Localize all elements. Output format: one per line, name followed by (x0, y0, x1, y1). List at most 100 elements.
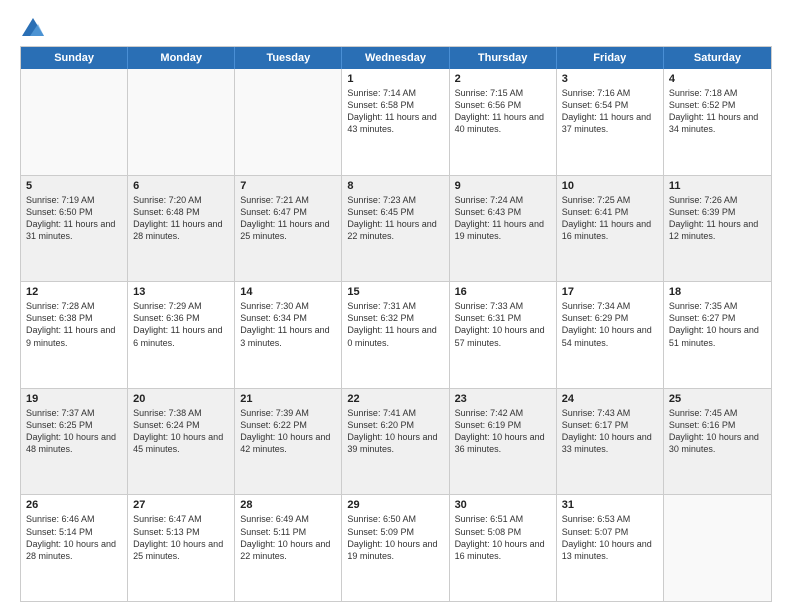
day-info: Sunrise: 7:43 AM Sunset: 6:17 PM Dayligh… (562, 407, 658, 456)
calendar-cell: 11 Sunrise: 7:26 AM Sunset: 6:39 PM Dayli… (664, 176, 771, 282)
day-info: Sunrise: 7:28 AM Sunset: 6:38 PM Dayligh… (26, 300, 122, 349)
day-info: Sunrise: 7:14 AM Sunset: 6:58 PM Dayligh… (347, 87, 443, 136)
day-number: 3 (562, 73, 658, 85)
day-info: Sunrise: 7:37 AM Sunset: 6:25 PM Dayligh… (26, 407, 122, 456)
calendar-cell: 24 Sunrise: 7:43 AM Sunset: 6:17 PM Dayli… (557, 389, 664, 495)
header (20, 18, 772, 36)
day-info: Sunrise: 6:50 AM Sunset: 5:09 PM Dayligh… (347, 513, 443, 562)
calendar-cell (235, 69, 342, 175)
day-info: Sunrise: 7:33 AM Sunset: 6:31 PM Dayligh… (455, 300, 551, 349)
calendar-cell: 13 Sunrise: 7:29 AM Sunset: 6:36 PM Dayli… (128, 282, 235, 388)
day-info: Sunrise: 7:26 AM Sunset: 6:39 PM Dayligh… (669, 194, 766, 243)
calendar-cell: 29 Sunrise: 6:50 AM Sunset: 5:09 PM Dayli… (342, 495, 449, 601)
calendar-row-2: 12 Sunrise: 7:28 AM Sunset: 6:38 PM Dayli… (21, 281, 771, 388)
calendar-row-4: 26 Sunrise: 6:46 AM Sunset: 5:14 PM Dayli… (21, 494, 771, 601)
day-info: Sunrise: 7:45 AM Sunset: 6:16 PM Dayligh… (669, 407, 766, 456)
calendar-body: 1Sunrise: 7:14 AM Sunset: 6:58 PM Daylig… (21, 69, 771, 601)
day-info: Sunrise: 7:25 AM Sunset: 6:41 PM Dayligh… (562, 194, 658, 243)
header-day-sunday: Sunday (21, 47, 128, 69)
day-info: Sunrise: 7:21 AM Sunset: 6:47 PM Dayligh… (240, 194, 336, 243)
calendar-cell: 15Sunrise: 7:31 AM Sunset: 6:32 PM Dayli… (342, 282, 449, 388)
calendar-cell: 20Sunrise: 7:38 AM Sunset: 6:24 PM Dayli… (128, 389, 235, 495)
calendar-cell: 25 Sunrise: 7:45 AM Sunset: 6:16 PM Dayli… (664, 389, 771, 495)
calendar-cell: 12 Sunrise: 7:28 AM Sunset: 6:38 PM Dayli… (21, 282, 128, 388)
day-number: 4 (669, 73, 766, 85)
day-info: Sunrise: 7:19 AM Sunset: 6:50 PM Dayligh… (26, 194, 122, 243)
day-info: Sunrise: 7:35 AM Sunset: 6:27 PM Dayligh… (669, 300, 766, 349)
logo-icon (22, 18, 44, 36)
day-number: 23 (455, 393, 551, 405)
calendar-cell: 28 Sunrise: 6:49 AM Sunset: 5:11 PM Dayli… (235, 495, 342, 601)
calendar-cell: 21 Sunrise: 7:39 AM Sunset: 6:22 PM Dayli… (235, 389, 342, 495)
day-number: 28 (240, 499, 336, 511)
calendar-cell: 6Sunrise: 7:20 AM Sunset: 6:48 PM Daylig… (128, 176, 235, 282)
day-number: 11 (669, 180, 766, 192)
day-number: 12 (26, 286, 122, 298)
day-number: 24 (562, 393, 658, 405)
calendar-cell: 19 Sunrise: 7:37 AM Sunset: 6:25 PM Dayli… (21, 389, 128, 495)
day-number: 20 (133, 393, 229, 405)
day-info: Sunrise: 6:53 AM Sunset: 5:07 PM Dayligh… (562, 513, 658, 562)
day-number: 19 (26, 393, 122, 405)
calendar-row-3: 19 Sunrise: 7:37 AM Sunset: 6:25 PM Dayli… (21, 388, 771, 495)
calendar-cell: 10 Sunrise: 7:25 AM Sunset: 6:41 PM Dayli… (557, 176, 664, 282)
day-number: 2 (455, 73, 551, 85)
calendar-cell: 7 Sunrise: 7:21 AM Sunset: 6:47 PM Daylig… (235, 176, 342, 282)
header-day-friday: Friday (557, 47, 664, 69)
day-info: Sunrise: 7:42 AM Sunset: 6:19 PM Dayligh… (455, 407, 551, 456)
calendar-cell: 16 Sunrise: 7:33 AM Sunset: 6:31 PM Dayli… (450, 282, 557, 388)
day-info: Sunrise: 7:39 AM Sunset: 6:22 PM Dayligh… (240, 407, 336, 456)
calendar-cell: 3 Sunrise: 7:16 AM Sunset: 6:54 PM Daylig… (557, 69, 664, 175)
day-number: 8 (347, 180, 443, 192)
day-info: Sunrise: 7:18 AM Sunset: 6:52 PM Dayligh… (669, 87, 766, 136)
day-number: 9 (455, 180, 551, 192)
header-day-monday: Monday (128, 47, 235, 69)
day-number: 13 (133, 286, 229, 298)
day-info: Sunrise: 6:49 AM Sunset: 5:11 PM Dayligh… (240, 513, 336, 562)
day-info: Sunrise: 7:34 AM Sunset: 6:29 PM Dayligh… (562, 300, 658, 349)
calendar-row-1: 5 Sunrise: 7:19 AM Sunset: 6:50 PM Daylig… (21, 175, 771, 282)
calendar-row-0: 1Sunrise: 7:14 AM Sunset: 6:58 PM Daylig… (21, 69, 771, 175)
calendar-cell: 1Sunrise: 7:14 AM Sunset: 6:58 PM Daylig… (342, 69, 449, 175)
day-info: Sunrise: 7:16 AM Sunset: 6:54 PM Dayligh… (562, 87, 658, 136)
day-number: 25 (669, 393, 766, 405)
day-number: 7 (240, 180, 336, 192)
day-number: 5 (26, 180, 122, 192)
calendar-cell: 17 Sunrise: 7:34 AM Sunset: 6:29 PM Dayli… (557, 282, 664, 388)
day-number: 17 (562, 286, 658, 298)
day-number: 29 (347, 499, 443, 511)
header-day-thursday: Thursday (450, 47, 557, 69)
calendar-cell: 22Sunrise: 7:41 AM Sunset: 6:20 PM Dayli… (342, 389, 449, 495)
day-number: 30 (455, 499, 551, 511)
calendar-cell: 2 Sunrise: 7:15 AM Sunset: 6:56 PM Daylig… (450, 69, 557, 175)
day-info: Sunrise: 6:47 AM Sunset: 5:13 PM Dayligh… (133, 513, 229, 562)
day-number: 18 (669, 286, 766, 298)
calendar-cell: 14 Sunrise: 7:30 AM Sunset: 6:34 PM Dayli… (235, 282, 342, 388)
day-info: Sunrise: 6:46 AM Sunset: 5:14 PM Dayligh… (26, 513, 122, 562)
calendar-cell: 8Sunrise: 7:23 AM Sunset: 6:45 PM Daylig… (342, 176, 449, 282)
day-number: 21 (240, 393, 336, 405)
calendar-cell: 26 Sunrise: 6:46 AM Sunset: 5:14 PM Dayli… (21, 495, 128, 601)
day-info: Sunrise: 7:24 AM Sunset: 6:43 PM Dayligh… (455, 194, 551, 243)
day-info: Sunrise: 6:51 AM Sunset: 5:08 PM Dayligh… (455, 513, 551, 562)
calendar: SundayMondayTuesdayWednesdayThursdayFrid… (20, 46, 772, 602)
day-number: 10 (562, 180, 658, 192)
day-number: 14 (240, 286, 336, 298)
calendar-cell: 31 Sunrise: 6:53 AM Sunset: 5:07 PM Dayli… (557, 495, 664, 601)
day-number: 26 (26, 499, 122, 511)
calendar-cell (21, 69, 128, 175)
calendar-cell (664, 495, 771, 601)
day-number: 15 (347, 286, 443, 298)
day-number: 16 (455, 286, 551, 298)
calendar-cell: 18 Sunrise: 7:35 AM Sunset: 6:27 PM Dayli… (664, 282, 771, 388)
day-info: Sunrise: 7:30 AM Sunset: 6:34 PM Dayligh… (240, 300, 336, 349)
header-day-tuesday: Tuesday (235, 47, 342, 69)
day-number: 31 (562, 499, 658, 511)
calendar-cell: 27Sunrise: 6:47 AM Sunset: 5:13 PM Dayli… (128, 495, 235, 601)
header-day-saturday: Saturday (664, 47, 771, 69)
calendar-cell (128, 69, 235, 175)
calendar-cell: 9 Sunrise: 7:24 AM Sunset: 6:43 PM Daylig… (450, 176, 557, 282)
day-info: Sunrise: 7:29 AM Sunset: 6:36 PM Dayligh… (133, 300, 229, 349)
day-info: Sunrise: 7:15 AM Sunset: 6:56 PM Dayligh… (455, 87, 551, 136)
header-day-wednesday: Wednesday (342, 47, 449, 69)
